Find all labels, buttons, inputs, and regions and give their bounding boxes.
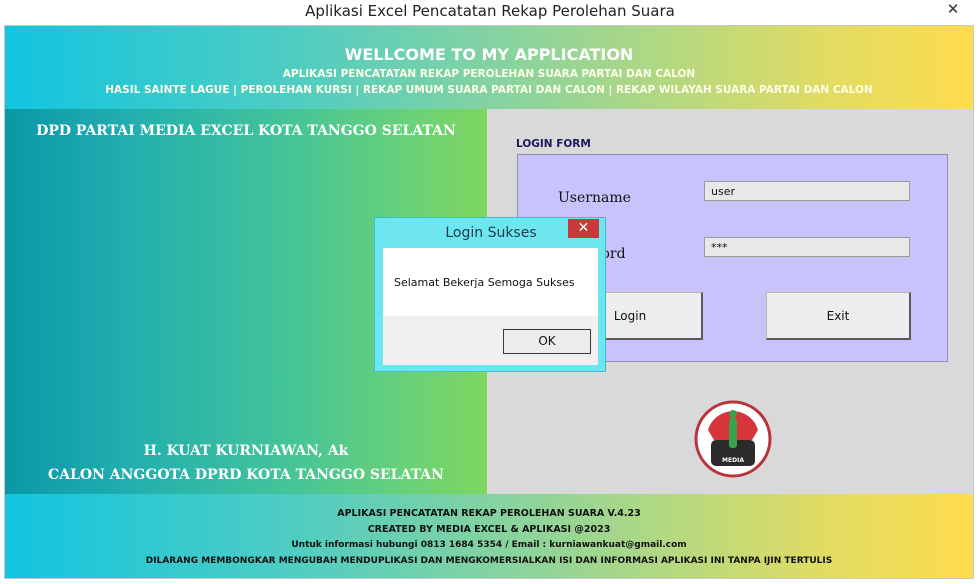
- dialog-ok-button[interactable]: OK: [503, 329, 591, 354]
- logo-text: MEDIA: [722, 457, 744, 464]
- username-field[interactable]: user: [704, 181, 910, 201]
- window-close-button[interactable]: ✕: [940, 0, 966, 18]
- window-titlebar: Aplikasi Excel Pencatatan Rekap Peroleha…: [0, 0, 980, 24]
- footer-banner: APLIKASI PENCATATAN REKAP PEROLEHAN SUAR…: [5, 494, 973, 578]
- window-title: Aplikasi Excel Pencatatan Rekap Peroleha…: [305, 2, 675, 20]
- exit-button[interactable]: Exit: [766, 292, 911, 340]
- footer-disclaimer: DILARANG MEMBONGKAR MENGUBAH MENDUPLIKAS…: [145, 556, 833, 566]
- footer-contact: Untuk informasi hubungi 0813 1684 5354 /…: [291, 540, 687, 550]
- app-subtitle: APLIKASI PENCATATAN REKAP PEROLEHAN SUAR…: [282, 68, 696, 80]
- footer-version: APLIKASI PENCATATAN REKAP PEROLEHAN SUAR…: [337, 508, 641, 519]
- candidate-name: H. KUAT KURNIAWAN, Ak: [143, 443, 349, 459]
- login-success-dialog: Login Sukses ✕ Selamat Bekerja Semoga Su…: [374, 217, 606, 372]
- welcome-title: WELLCOME TO MY APPLICATION: [344, 45, 634, 64]
- header-banner: WELLCOME TO MY APPLICATION APLIKASI PENC…: [5, 26, 973, 109]
- dialog-close-button[interactable]: ✕: [568, 219, 599, 238]
- feature-menu-line: HASIL SAINTE LAGUE | PEROLEHAN KURSI | R…: [105, 84, 873, 96]
- org-name: DPD PARTAI MEDIA EXCEL KOTA TANGGO SELAT…: [36, 123, 456, 139]
- login-form-label: LOGIN FORM: [516, 138, 591, 150]
- dialog-message-area: Selamat Bekerja Semoga Sukses: [383, 248, 598, 316]
- candidate-title: CALON ANGGOTA DPRD KOTA TANGGO SELATAN: [48, 467, 444, 483]
- username-label: Username: [558, 190, 631, 206]
- password-field[interactable]: ***: [704, 237, 910, 257]
- dialog-message: Selamat Bekerja Semoga Sukses: [394, 276, 575, 289]
- media-excel-logo-icon: MEDIA: [694, 400, 772, 478]
- dialog-body: Selamat Bekerja Semoga Sukses OK: [383, 248, 598, 365]
- footer-credit: CREATED BY MEDIA EXCEL & APLIKASI @2023: [367, 524, 611, 535]
